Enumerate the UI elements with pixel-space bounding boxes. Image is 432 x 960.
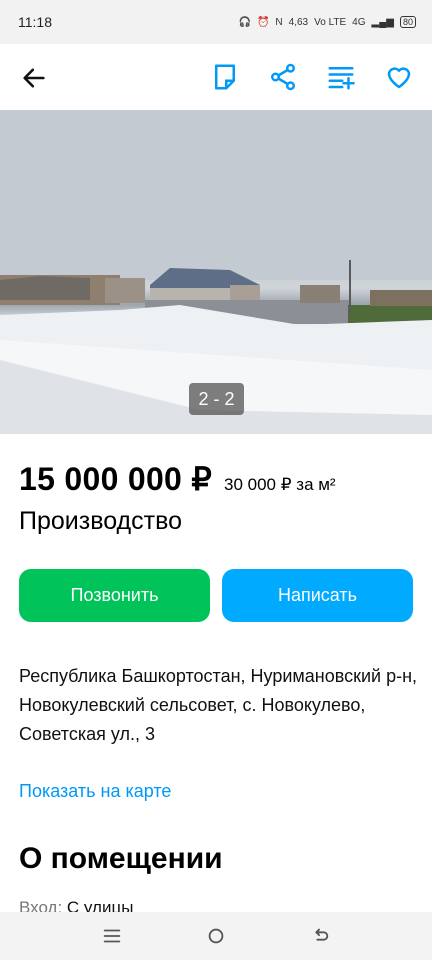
- price-row: 15 000 000 ₽ 30 000 ₽ за м²: [19, 460, 336, 498]
- spec-entrance: Вход: С улицы: [19, 898, 133, 912]
- section-heading-about: О помещении: [19, 842, 223, 875]
- spec-label: Вход:: [19, 898, 63, 912]
- compare-icon[interactable]: [326, 62, 356, 92]
- network-label: 4G: [352, 16, 366, 28]
- battery-icon: 80: [399, 16, 416, 28]
- net-speed: 4,63: [288, 16, 309, 28]
- share-icon[interactable]: [268, 62, 298, 92]
- headphones-icon: 🎧: [238, 16, 251, 28]
- volte-label: Vo LTE: [314, 16, 347, 28]
- nfc-icon: N: [275, 16, 283, 28]
- note-icon[interactable]: [210, 62, 240, 92]
- call-button[interactable]: Позвонить: [19, 569, 210, 622]
- address: Республика Башкортостан, Нуримановский р…: [19, 666, 418, 744]
- alarm-icon: ⏰: [256, 16, 270, 28]
- write-button[interactable]: Написать: [222, 569, 413, 622]
- status-bar: 11:18 🎧 ⏰ N 4,63 Vo LTE 4G ▂▄▆ 80: [0, 0, 432, 44]
- header-actions: [210, 62, 414, 92]
- spec-value: С улицы: [66, 898, 134, 912]
- system-nav-bar: [0, 912, 432, 960]
- price-per-m2: 30 000 ₽ за м²: [224, 475, 336, 494]
- arrow-left-icon[interactable]: [20, 64, 48, 92]
- signal-icon: ▂▄▆: [371, 16, 394, 28]
- app-bar: [0, 44, 432, 110]
- home-icon[interactable]: [205, 925, 227, 947]
- show-on-map-link[interactable]: Показать на карте: [19, 781, 171, 802]
- price: 15 000 000 ₽: [19, 461, 213, 497]
- back-icon[interactable]: [309, 925, 331, 947]
- photo-counter: 2 - 2: [189, 383, 244, 415]
- menu-icon[interactable]: [101, 925, 123, 947]
- status-icons: 🎧 ⏰ N 4,63 Vo LTE 4G ▂▄▆ 80: [238, 16, 416, 28]
- status-time: 11:18: [18, 14, 52, 30]
- heart-icon[interactable]: [384, 62, 414, 92]
- listing-title: Производство: [19, 507, 183, 535]
